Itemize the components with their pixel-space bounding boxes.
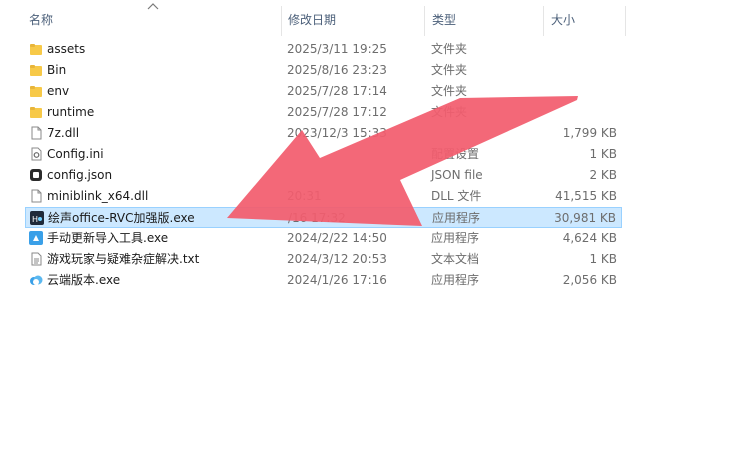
red-arrow-shape — [227, 96, 578, 226]
annotation-arrow — [227, 96, 578, 226]
